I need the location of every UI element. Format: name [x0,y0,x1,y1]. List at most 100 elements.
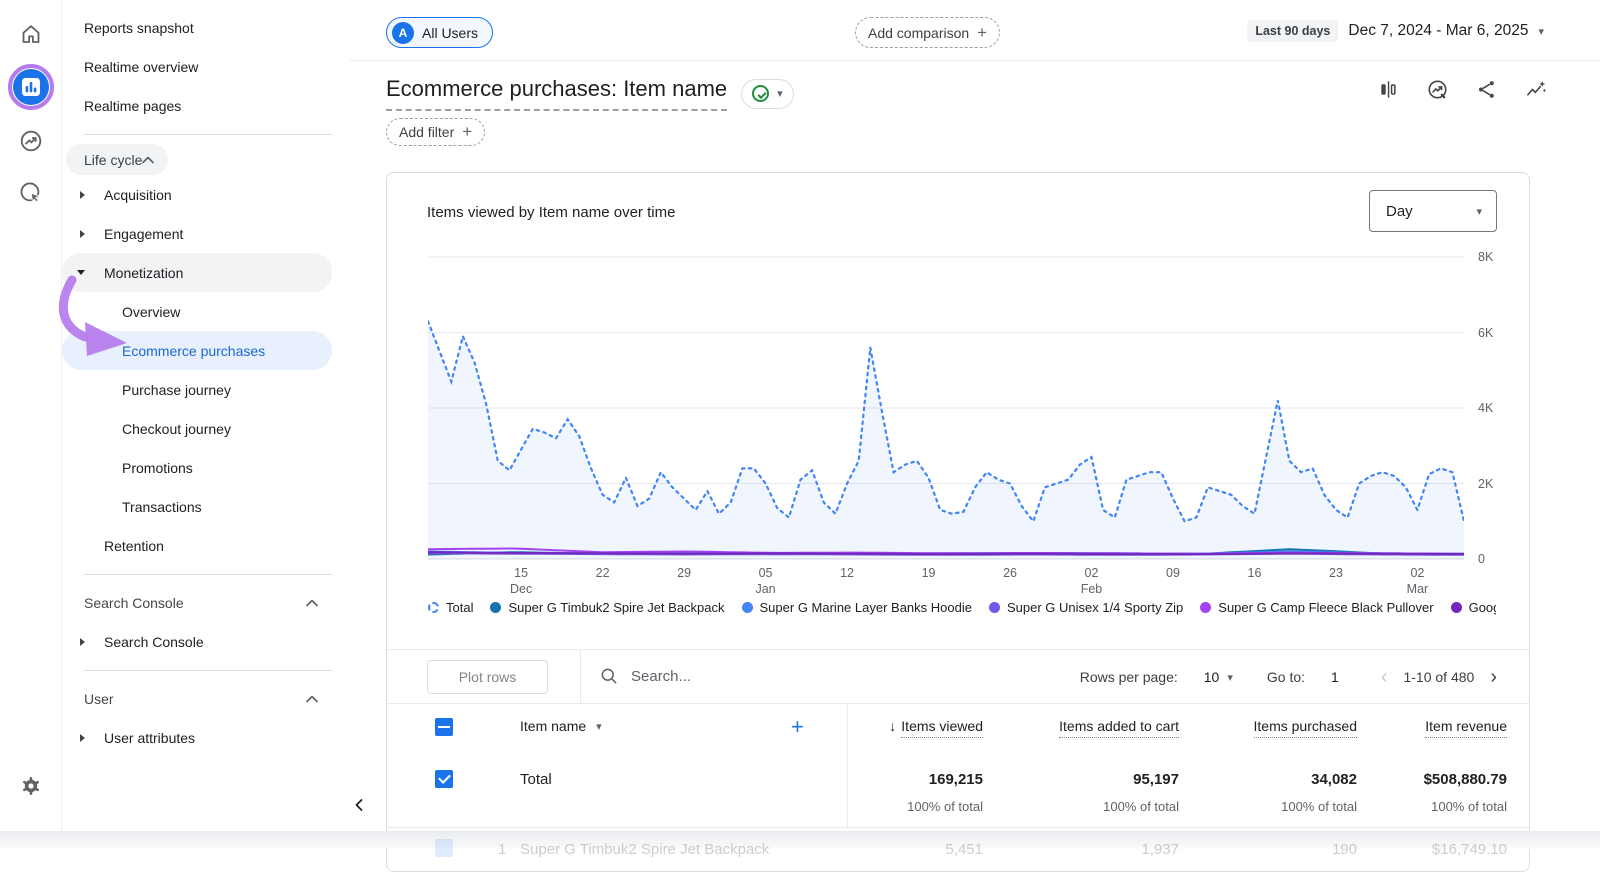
rows-per-page-value[interactable]: 10 [1204,669,1220,685]
advertising-nav-icon[interactable] [7,169,55,217]
sidebar-item-acquisition[interactable]: Acquisition [62,175,350,214]
x-tick-day: 12 [825,565,869,581]
chevron-down-icon[interactable]: ▾ [1227,671,1233,684]
metric-header-items-added-to-cart[interactable]: Items added to cart [983,704,1179,738]
x-tick-day: 02 [1395,565,1439,581]
chevron-up-icon [142,156,154,164]
sidebar-item-overview[interactable]: Overview [62,292,350,331]
explore-report-icon[interactable] [1426,78,1449,106]
table-search [599,660,851,692]
add-comparison-button[interactable]: Add comparison + [855,17,1000,48]
sidebar-item-search-console[interactable]: Search Console [62,622,350,661]
explore-nav-icon[interactable] [7,117,55,165]
total-metric-value: $508,880.79 [1357,757,1507,788]
plus-icon: + [977,23,987,43]
legend-item[interactable]: Super G Camp Fleece Black Pullover [1200,600,1433,615]
date-range-picker[interactable]: Last 90 days Dec 7, 2024 - Mar 6, 2025 ▾ [1247,20,1544,42]
y-tick-label: 0 [1478,552,1518,566]
x-tick-month: Jan [744,581,788,597]
sidebar-item-realtime-pages[interactable]: Realtime pages [62,86,350,125]
sidebar-divider [84,134,332,135]
sidebar-item-transactions[interactable]: Transactions [62,487,350,526]
segment-all-users-pill[interactable]: A All Users [386,17,493,48]
sidebar-item-reports-snapshot[interactable]: Reports snapshot [62,8,350,47]
timeseries-chart[interactable] [428,249,1464,559]
legend-item[interactable]: Google Timb [1451,600,1496,615]
metric-header-label: Items added to cart [1059,718,1179,738]
date-range-text: Dec 7, 2024 - Mar 6, 2025 [1348,22,1528,40]
x-tick-label: 15Dec [499,565,543,597]
chevron-down-icon: ▾ [777,87,783,100]
dimension-header[interactable]: Item name ▾ [520,718,602,734]
sidebar-item-ecommerce-purchases[interactable]: Ecommerce purchases [62,331,332,370]
go-to-value[interactable]: 1 [1331,669,1339,685]
sidebar-item-engagement[interactable]: Engagement [62,214,350,253]
sidebar-item-realtime-overview[interactable]: Realtime overview [62,47,350,86]
x-tick-label: 16 [1232,565,1276,581]
legend-dashed-circle-icon [428,602,439,613]
legend-item[interactable]: Super G Unisex 1/4 Sporty Zip [989,600,1183,615]
granularity-select[interactable]: Day ▾ [1369,190,1497,232]
settings-gear-icon[interactable] [7,762,55,810]
sidebar-item-monetization[interactable]: Monetization [62,253,332,292]
add-column-icon[interactable]: + [791,714,804,740]
data-quality-badge[interactable]: ▾ [741,79,794,109]
sidebar-item-label: Search Console [104,634,204,650]
chevron-up-icon [306,695,318,703]
metric-header-label: Items viewed [901,718,983,738]
legend-label: Super G Timbuk2 Spire Jet Backpack [508,600,724,615]
x-tick-month: Feb [1070,581,1114,597]
table-row[interactable]: 1 Super G Timbuk2 Spire Jet Backpack 5,4… [387,829,1529,873]
sidebar-collapse-icon[interactable] [352,798,1566,817]
row-checkbox[interactable] [435,839,453,857]
metric-header-item-revenue[interactable]: Item revenue [1357,704,1507,738]
chevron-down-icon: ▾ [1476,205,1482,218]
y-tick-label: 8K [1478,250,1518,264]
triangle-right-icon [80,191,85,199]
legend-item[interactable]: Total [428,600,473,615]
add-comparison-label: Add comparison [868,25,969,41]
sidebar-item-checkout-journey[interactable]: Checkout journey [62,409,350,448]
x-tick-day: 22 [581,565,625,581]
sidebar-item-label: Retention [104,538,164,554]
sidebar-divider [84,670,332,671]
sidebar-item-purchase-journey[interactable]: Purchase journey [62,370,350,409]
reports-nav-icon[interactable] [7,63,55,111]
x-tick-label: 29 [662,565,706,581]
go-to-label: Go to: [1267,669,1305,685]
prev-page-icon[interactable]: ‹ [1373,666,1396,689]
sidebar-item-label: Promotions [122,460,193,476]
chevron-down-icon: ▾ [596,720,602,733]
table-toolbar: Plot rows Rows per page: 10 ▾ Go to: 1 ‹… [387,649,1529,703]
sidebar-section-user[interactable]: User [66,680,332,718]
add-filter-button[interactable]: Add filter + [386,118,485,146]
sidebar-section-life-cycle[interactable]: Life cycle [66,144,168,175]
legend-label: Google Timb [1469,600,1496,615]
y-tick-label: 4K [1478,401,1518,415]
sidebar-item-promotions[interactable]: Promotions [62,448,350,487]
insights-sparkle-icon[interactable] [1524,78,1548,106]
search-input[interactable] [631,660,851,692]
plot-rows-button[interactable]: Plot rows [427,660,548,694]
totals-checkbox[interactable] [435,770,453,788]
report-card: Items viewed by Item name over time Day … [386,172,1530,872]
legend-item[interactable]: Super G Timbuk2 Spire Jet Backpack [490,600,724,615]
share-icon[interactable] [1475,78,1498,106]
row-metric-value: 190 [1179,841,1357,858]
comparison-icon[interactable] [1377,78,1400,106]
sidebar-item-retention[interactable]: Retention [62,526,350,565]
metric-header-items-viewed[interactable]: ↓Items viewed [847,704,983,738]
section-label: User [84,691,114,707]
sidebar-item-user-attributes[interactable]: User attributes [62,718,350,757]
plus-icon: + [462,122,472,142]
x-tick-label: 12 [825,565,869,581]
home-icon[interactable] [7,10,55,58]
triangle-right-icon [80,734,85,742]
metric-header-items-purchased[interactable]: Items purchased [1179,704,1357,738]
legend-label: Super G Unisex 1/4 Sporty Zip [1007,600,1183,615]
legend-item[interactable]: Super G Marine Layer Banks Hoodie [742,600,972,615]
sidebar-section-search-console[interactable]: Search Console [66,584,332,622]
next-page-icon[interactable]: › [1482,666,1505,689]
report-actions [1377,78,1548,106]
select-all-checkbox[interactable] [435,718,453,736]
